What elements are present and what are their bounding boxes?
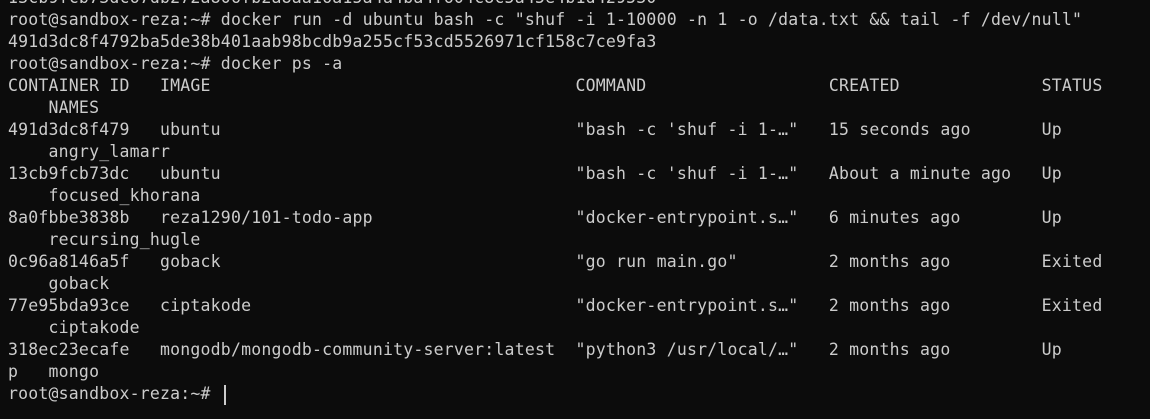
table-row-name: goback [8,274,110,293]
terminal-output: 13cb9fcb73dc67db272a806fb2a8aa16a15a4a4b… [8,0,1150,405]
output-line-previous-container-id: 13cb9fcb73dc67db272a806fb2a8aa16a15a4a4b… [8,0,1150,9]
table-row: 0c96a8146a5f goback "go run main.go" 2 m… [8,252,1103,271]
table-row: 77e95bda93ce ciptakode "docker-entrypoin… [8,296,1103,315]
current-prompt-line[interactable]: root@sandbox-reza:~# [8,383,1150,405]
command-line-docker-run: root@sandbox-reza:~# docker run -d ubunt… [8,10,1083,29]
table-row: 491d3dc8f479 ubuntu "bash -c 'shuf -i 1-… [8,120,1062,139]
command-line-docker-ps: root@sandbox-reza:~# docker ps -a [8,54,343,73]
table-row: 13cb9fcb73dc ubuntu "bash -c 'shuf -i 1-… [8,164,1062,183]
shell-prompt: root@sandbox-reza:~# [8,384,221,403]
table-row-name: p mongo [8,362,100,381]
terminal-window[interactable]: 13cb9fcb73dc67db272a806fb2a8aa16a15a4a4b… [0,0,1150,419]
table-header: CONTAINER ID IMAGE COMMAND CREATED STATU… [8,76,1103,95]
output-line-new-container-id: 491d3dc8f4792ba5de38b401aab98bcdb9a255cf… [8,32,657,51]
table-row: 8a0fbbe3838b reza1290/101-todo-app "dock… [8,208,1062,227]
text-cursor [223,384,226,405]
table-row-name: focused_khorana [8,186,201,205]
table-header-names: NAMES [8,98,100,117]
table-row-name: angry_lamarr [8,142,171,161]
table-row: 318ec23ecafe mongodb/mongodb-community-s… [8,340,1062,359]
table-row-name: ciptakode [8,318,140,337]
table-row-name: recursing_hugle [8,230,201,249]
